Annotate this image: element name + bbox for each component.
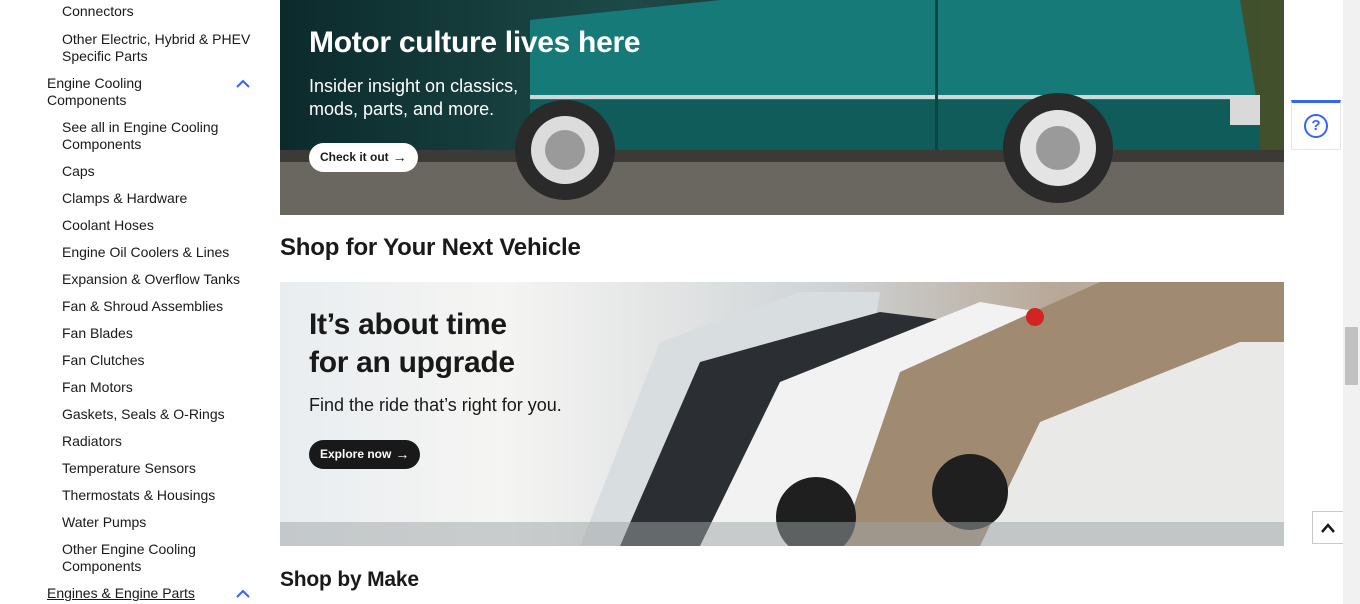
explore-now-button[interactable]: Explore now → [309, 440, 421, 469]
sidebar-item-gaskets[interactable]: Gaskets, Seals & O-Rings [62, 406, 262, 423]
sidebar-category-engine-cooling[interactable]: Engine Cooling Components [47, 75, 167, 109]
sidebar-item-oil-coolers[interactable]: Engine Oil Coolers & Lines [62, 244, 262, 261]
sidebar-item-fan-motors[interactable]: Fan Motors [62, 379, 262, 396]
sidebar-item-other-electric[interactable]: Other Electric, Hybrid & PHEV Specific P… [62, 31, 257, 65]
sidebar-item-temp-sensors[interactable]: Temperature Sensors [62, 460, 262, 477]
arrow-right-icon: → [392, 149, 407, 165]
sidebar-item-caps[interactable]: Caps [62, 163, 262, 180]
sidebar-item-water-pumps[interactable]: Water Pumps [62, 514, 262, 531]
help-button[interactable]: ? [1291, 100, 1341, 150]
explore-now-label: Explore now [320, 447, 392, 461]
page-scrollbar-thumb[interactable] [1345, 327, 1358, 385]
check-it-out-label: Check it out [320, 150, 389, 164]
chevron-up-icon[interactable] [235, 78, 251, 90]
motor-culture-banner[interactable]: Motor culture lives here Insider insight… [280, 0, 1284, 215]
arrow-right-icon: → [395, 446, 410, 462]
shop-by-make-heading: Shop by Make [280, 568, 419, 591]
chevron-up-icon[interactable] [235, 588, 251, 600]
sidebar-category-engines-label: Engines & Engine Parts [47, 585, 195, 601]
sidebar-item-expansion-tanks[interactable]: Expansion & Overflow Tanks [62, 271, 262, 288]
sidebar-category-engines[interactable]: Engines & Engine Parts [47, 585, 227, 602]
banner-title: Motor culture lives here [309, 26, 641, 59]
banner-subtitle-2: mods, parts, and more. [309, 99, 495, 119]
sidebar-item-fan-shroud[interactable]: Fan & Shroud Assemblies [62, 298, 262, 315]
sidebar-item-other-cooling[interactable]: Other Engine Cooling Components [62, 541, 222, 575]
upgrade-subtitle: Find the ride that’s right for you. [309, 395, 562, 415]
upgrade-title-1: It’s about time [309, 308, 507, 341]
sidebar-item-fan-clutches[interactable]: Fan Clutches [62, 352, 262, 369]
shop-next-vehicle-heading: Shop for Your Next Vehicle [280, 234, 581, 261]
page-scrollbar[interactable] [1343, 0, 1360, 604]
category-sidebar: Connectors Other Electric, Hybrid & PHEV… [0, 0, 265, 604]
check-it-out-button[interactable]: Check it out → [309, 143, 418, 172]
sidebar-item-coolant-hoses[interactable]: Coolant Hoses [62, 217, 262, 234]
sidebar-item-see-all[interactable]: See all in Engine Cooling Components [62, 119, 232, 153]
scroll-to-top-button[interactable] [1312, 511, 1344, 544]
banner-subtitle-1: Insider insight on classics, [309, 76, 519, 96]
sidebar-item-fan-blades[interactable]: Fan Blades [62, 325, 262, 342]
sidebar-item-thermostats[interactable]: Thermostats & Housings [62, 487, 262, 504]
sidebar-item-radiators[interactable]: Radiators [62, 433, 262, 450]
sidebar-item-connectors[interactable]: Connectors [62, 3, 262, 20]
chevron-up-icon [1321, 522, 1335, 533]
sidebar-item-clamps[interactable]: Clamps & Hardware [62, 190, 262, 207]
upgrade-banner[interactable]: It’s about time for an upgrade Find the … [280, 282, 1284, 546]
help-icon: ? [1304, 114, 1328, 138]
upgrade-title-2: for an upgrade [309, 346, 515, 379]
